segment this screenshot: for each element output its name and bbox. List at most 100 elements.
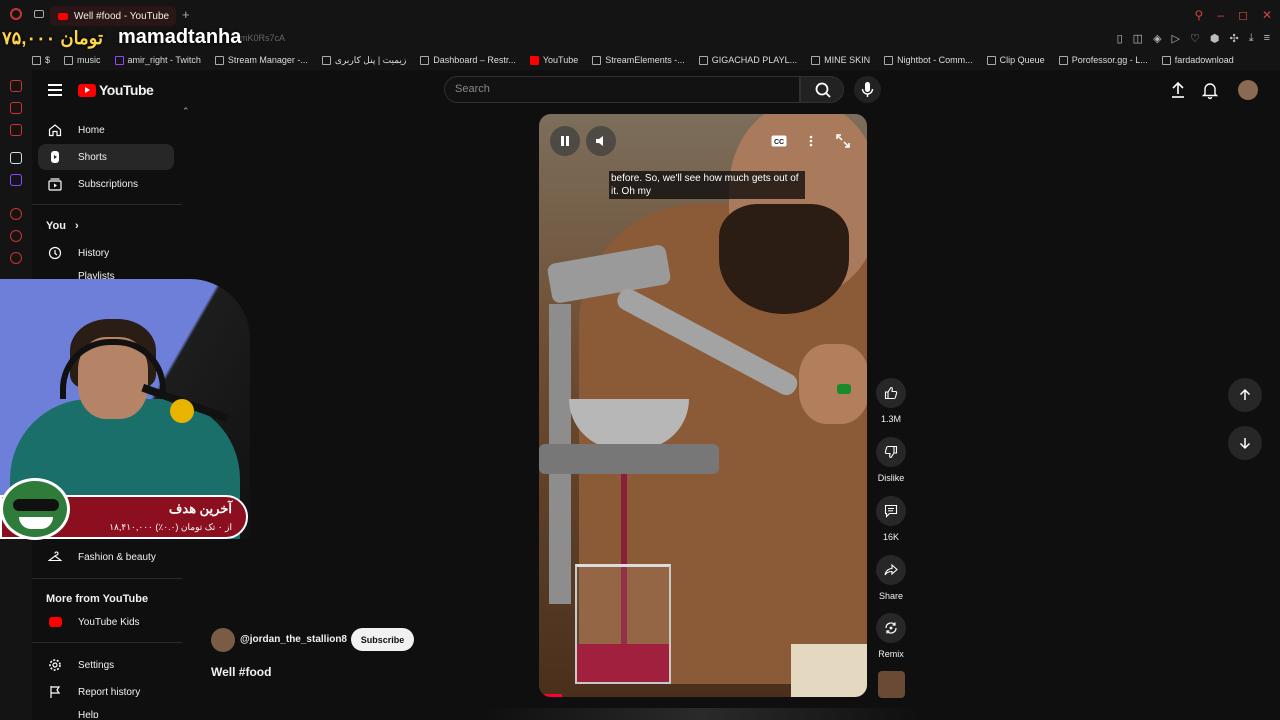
- bookmark-item[interactable]: Porofessor.gg - L...: [1058, 55, 1148, 65]
- bookmark-item[interactable]: Stream Manager -...: [214, 55, 308, 65]
- account-avatar[interactable]: [1238, 80, 1258, 100]
- extension-icon[interactable]: ⬢: [1210, 32, 1220, 45]
- bookmark-icon[interactable]: ▯: [1117, 32, 1123, 45]
- channel-avatar[interactable]: [211, 628, 235, 652]
- channel-handle[interactable]: @jordan_the_stallion8: [240, 634, 347, 645]
- more-vert-icon: [809, 135, 813, 147]
- bookmarks-bar: $ music amir_right - Twitch Stream Manag…: [0, 50, 1280, 70]
- bookmark-item[interactable]: Nightbot - Comm...: [884, 55, 973, 65]
- bookmark-item[interactable]: fardadownload: [1161, 55, 1234, 65]
- bookmark-item[interactable]: MINE SKIN: [811, 55, 870, 65]
- url-text[interactable]: mK0Rs7cA: [240, 33, 285, 43]
- sidebar-item-fashion[interactable]: Fashion & beauty: [38, 544, 174, 570]
- rail-app-icon[interactable]: [10, 252, 22, 264]
- search-button[interactable]: [800, 76, 844, 103]
- minimize-icon[interactable]: –: [1217, 8, 1224, 22]
- like-button[interactable]: [876, 378, 906, 408]
- sidebar-item-label: Playlists: [78, 271, 115, 279]
- rail-app-icon[interactable]: [10, 124, 22, 136]
- bookmark-item[interactable]: زیمیت | پنل کاربری: [321, 55, 406, 66]
- bookmark-item[interactable]: music: [64, 55, 101, 65]
- sidebar-item-label: Subscriptions: [78, 178, 139, 190]
- scroll-up-icon[interactable]: ⌃: [182, 106, 190, 117]
- youtube-logo[interactable]: YouTube: [78, 82, 154, 98]
- pause-button[interactable]: [550, 126, 580, 156]
- play-icon[interactable]: ▷: [1172, 32, 1180, 45]
- previous-video-button[interactable]: [1228, 378, 1262, 412]
- upload-icon: [1172, 81, 1184, 98]
- bookmark-item[interactable]: $: [32, 55, 50, 65]
- volume-button[interactable]: [586, 126, 616, 156]
- screenshot-icon[interactable]: ◫: [1133, 32, 1143, 45]
- rail-app-icon[interactable]: [10, 152, 22, 164]
- donor-name: mamadtanha: [118, 26, 242, 48]
- upload-button[interactable]: [1168, 80, 1188, 100]
- comments-action[interactable]: 16K: [876, 496, 906, 542]
- clock-icon[interactable]: [10, 230, 22, 242]
- comment-icon: [884, 504, 898, 518]
- tab-manager-icon[interactable]: [34, 10, 44, 18]
- search-icon: [815, 82, 831, 98]
- sidebar-item-label: Report history: [78, 686, 141, 698]
- sidebar-item-report-history[interactable]: Report history: [38, 679, 174, 705]
- rail-app-icon[interactable]: [10, 80, 22, 92]
- comments-button[interactable]: [876, 496, 906, 526]
- sidebar-item-help[interactable]: Help: [38, 706, 174, 718]
- search-tabs-icon[interactable]: ⚲: [1194, 8, 1203, 22]
- puzzle-icon[interactable]: ✣: [1229, 32, 1238, 45]
- close-icon[interactable]: ✕: [1262, 8, 1272, 22]
- share-action[interactable]: Share: [876, 555, 906, 601]
- new-tab-icon[interactable]: +: [182, 7, 190, 22]
- captions-button[interactable]: CC: [771, 133, 787, 149]
- share-button[interactable]: [876, 555, 906, 585]
- remix-button[interactable]: [876, 613, 906, 643]
- download-icon[interactable]: ⤓: [1249, 32, 1254, 45]
- bookmark-item[interactable]: Clip Queue: [986, 55, 1045, 65]
- youtube-favicon-icon: [58, 12, 68, 20]
- rail-app-icon[interactable]: [10, 208, 22, 220]
- subscribe-button[interactable]: Subscribe: [351, 628, 414, 651]
- shield-icon[interactable]: ◈: [1153, 32, 1161, 45]
- twitch-icon[interactable]: [10, 174, 22, 186]
- shorts-video-player[interactable]: CC before. So, we'll see how much gets o…: [539, 114, 867, 697]
- bookmark-item[interactable]: YouTube: [529, 55, 578, 65]
- menu-icon[interactable]: ≡: [1264, 32, 1270, 45]
- like-action[interactable]: 1.3M: [876, 378, 906, 424]
- bookmark-item[interactable]: Dashboard – Restr...: [420, 55, 516, 65]
- heart-icon[interactable]: ♡: [1190, 32, 1200, 45]
- rail-app-icon[interactable]: [10, 102, 22, 114]
- video-title[interactable]: Well #food: [211, 665, 271, 679]
- dislike-button[interactable]: [876, 437, 906, 467]
- browser-tab-active[interactable]: Well #food - YouTube: [50, 6, 176, 26]
- sidebar-item-history[interactable]: History: [38, 240, 174, 266]
- sidebar-item-youtube-kids[interactable]: YouTube Kids: [38, 609, 174, 635]
- bookmark-label: Stream Manager -...: [227, 55, 308, 65]
- hanger-icon: [48, 551, 62, 562]
- page-icon: [1161, 55, 1171, 65]
- search-input[interactable]: Search: [444, 76, 800, 103]
- notifications-button[interactable]: [1200, 80, 1220, 100]
- bookmark-item[interactable]: StreamElements -...: [592, 55, 685, 65]
- remix-action[interactable]: Remix: [876, 613, 906, 659]
- sidebar-item-home[interactable]: Home: [38, 117, 174, 143]
- bookmark-item[interactable]: GIGACHAD PLAYL...: [698, 55, 797, 65]
- video-progress-bar[interactable]: [539, 694, 562, 697]
- voice-search-button[interactable]: [854, 76, 881, 103]
- sidebar-item-playlists[interactable]: Playlists: [38, 267, 174, 279]
- next-video-button[interactable]: [1228, 426, 1262, 460]
- maximize-icon[interactable]: ◻: [1238, 8, 1248, 22]
- you-heading[interactable]: You ›: [46, 220, 79, 232]
- menu-icon[interactable]: [48, 84, 62, 96]
- sound-thumbnail[interactable]: [878, 671, 905, 698]
- dislike-action[interactable]: Dislike: [876, 437, 906, 483]
- bookmark-item[interactable]: amir_right - Twitch: [114, 55, 201, 65]
- shorts-icon: [51, 151, 59, 163]
- page-icon: [321, 55, 331, 65]
- sidebar-item-shorts[interactable]: Shorts: [38, 144, 174, 170]
- sidebar-item-settings[interactable]: Settings: [38, 652, 174, 678]
- more-options-button[interactable]: [803, 133, 819, 149]
- fullscreen-button[interactable]: [835, 133, 851, 149]
- sidebar-item-subscriptions[interactable]: Subscriptions: [38, 171, 174, 197]
- browser-logo-icon[interactable]: [10, 8, 22, 20]
- bell-icon: [1201, 83, 1219, 100]
